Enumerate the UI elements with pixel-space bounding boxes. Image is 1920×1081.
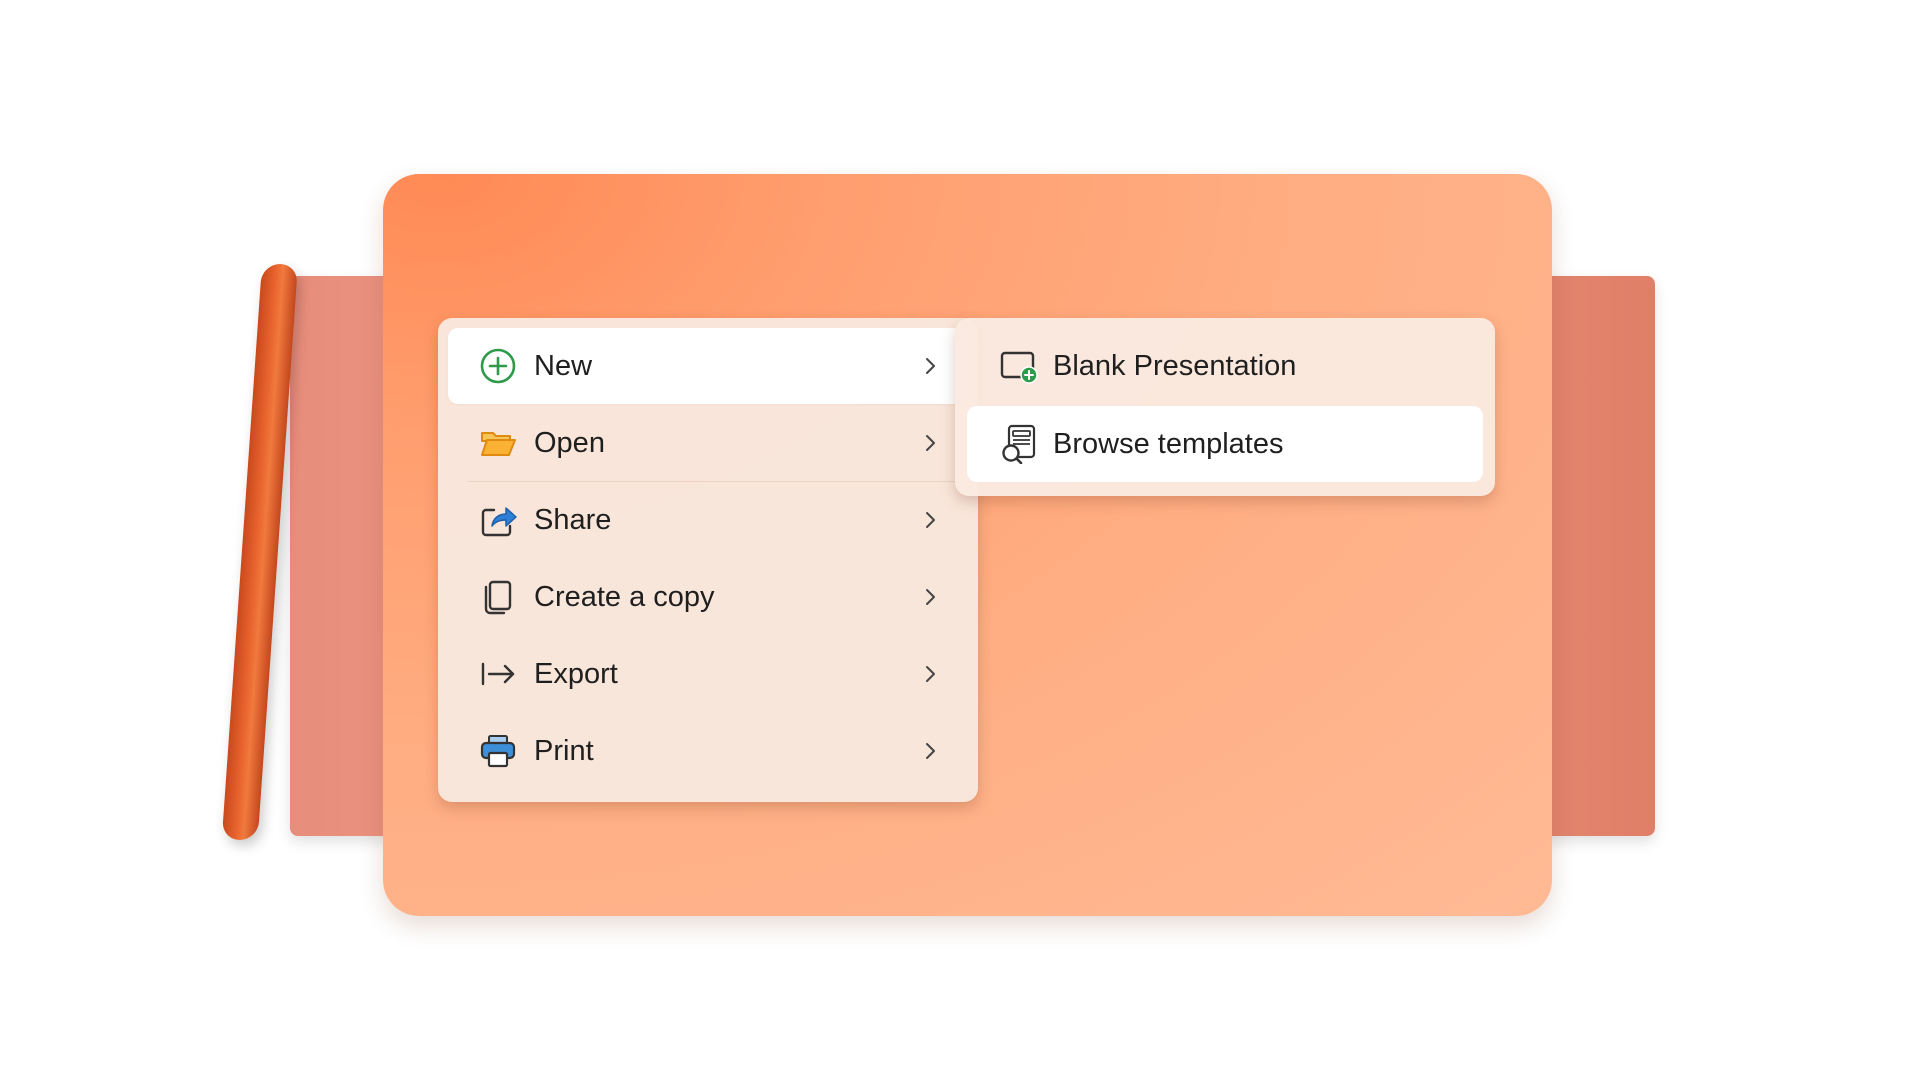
share-arrow-icon	[478, 500, 518, 540]
app-stage: New Open Share Create a copy Export Prin…	[0, 0, 1920, 1081]
submenu-item-label: Browse templates	[1053, 427, 1284, 460]
chevron-right-icon	[920, 663, 942, 685]
menu-item-label: Print	[534, 734, 594, 767]
menu-item-export[interactable]: Export	[448, 636, 968, 712]
submenu-item-blank-presentation[interactable]: Blank Presentation	[967, 328, 1483, 404]
menu-item-label: Create a copy	[534, 580, 715, 613]
menu-item-open[interactable]: Open	[448, 405, 978, 482]
plus-circle-icon	[478, 346, 518, 386]
menu-item-create-copy[interactable]: Create a copy	[448, 559, 968, 635]
rolled-edge	[221, 264, 298, 840]
chevron-right-icon	[920, 586, 942, 608]
menu-item-share[interactable]: Share	[448, 482, 968, 558]
menu-item-label: Share	[534, 503, 612, 536]
menu-item-label: Open	[534, 426, 605, 459]
menu-item-new[interactable]: New	[448, 328, 968, 404]
menu-item-label: New	[534, 349, 593, 382]
chevron-right-icon	[920, 509, 942, 531]
submenu-item-label: Blank Presentation	[1053, 349, 1297, 382]
menu-item-label: Export	[534, 657, 618, 690]
export-arrow-icon	[478, 654, 518, 694]
submenu-item-browse-templates[interactable]: Browse templates	[967, 406, 1483, 482]
file-menu: New Open Share Create a copy Export Prin…	[438, 318, 978, 802]
folder-open-icon	[478, 423, 518, 463]
menu-item-print[interactable]: Print	[448, 713, 968, 789]
chevron-right-icon	[920, 355, 942, 377]
new-submenu: Blank Presentation Browse templates	[955, 318, 1495, 496]
browse-templates-icon	[999, 424, 1039, 464]
chevron-right-icon	[920, 740, 942, 762]
chevron-right-icon	[920, 432, 942, 454]
copy-icon	[478, 577, 518, 617]
printer-icon	[478, 731, 518, 771]
blank-presentation-icon	[999, 346, 1039, 386]
